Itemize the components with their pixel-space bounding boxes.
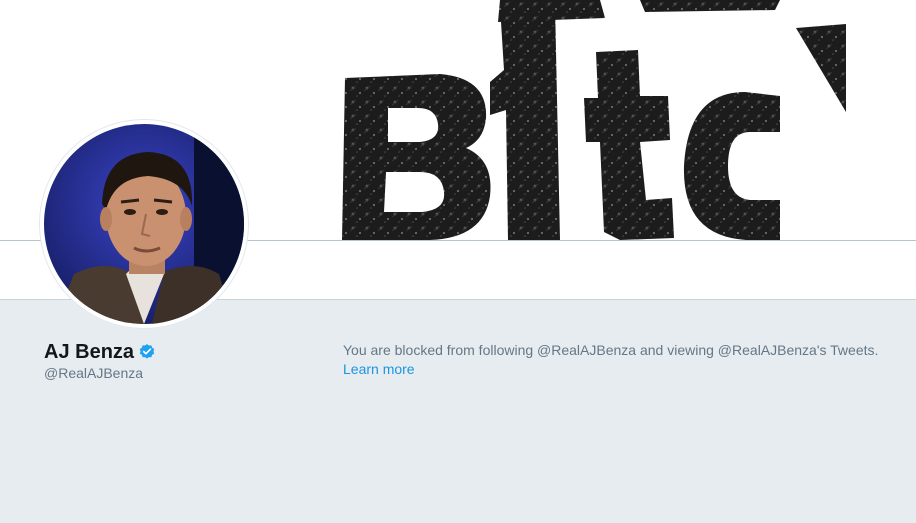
avatar[interactable] bbox=[40, 120, 248, 328]
profile-name[interactable]: AJ Benza bbox=[44, 340, 156, 364]
blocked-notice-text: You are blocked from following @RealAJBe… bbox=[343, 342, 879, 358]
profile-page: AJ Benza @RealAJBenza You are blocked fr… bbox=[0, 0, 916, 523]
profile-name-text[interactable]: AJ Benza bbox=[44, 340, 134, 364]
verified-badge-icon bbox=[138, 343, 156, 361]
learn-more-link[interactable]: Learn more bbox=[343, 361, 415, 377]
avatar-photo bbox=[44, 124, 244, 324]
profile-handle[interactable]: @RealAJBenza bbox=[44, 365, 143, 381]
blocked-notice: You are blocked from following @RealAJBe… bbox=[343, 341, 908, 379]
